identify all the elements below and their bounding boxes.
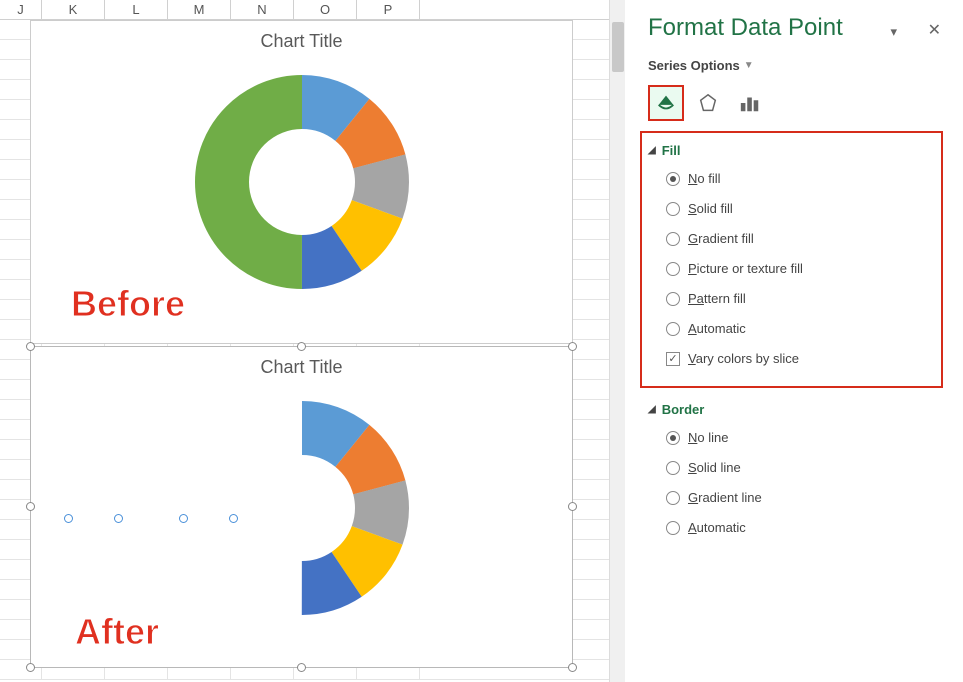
radio-icon xyxy=(666,202,680,216)
radio-icon xyxy=(666,322,680,336)
border-no-line[interactable]: No line xyxy=(648,423,943,453)
col-header[interactable]: J xyxy=(0,0,42,19)
pane-tabs xyxy=(648,85,943,121)
border-section-header[interactable]: ◢ Border xyxy=(648,398,943,423)
chart-after[interactable]: Chart Title After xyxy=(30,346,573,668)
radio-icon xyxy=(666,262,680,276)
pane-menu-icon[interactable]: ▾ xyxy=(890,24,897,40)
scroll-thumb[interactable] xyxy=(612,22,624,72)
col-header[interactable]: P xyxy=(357,0,420,19)
donut-after xyxy=(31,378,572,618)
fill-section-highlight: ◢ Fill No fill Solid fill Gradient fill xyxy=(640,131,943,388)
border-automatic[interactable]: Automatic xyxy=(648,513,943,543)
col-header[interactable]: N xyxy=(231,0,294,19)
effects-tab[interactable] xyxy=(690,85,726,121)
fill-vary-colors[interactable]: Vary colors by slice xyxy=(648,344,931,374)
pane-title: Format Data Point xyxy=(648,14,943,42)
radio-icon xyxy=(666,431,680,445)
chart-title: Chart Title xyxy=(31,31,572,52)
radio-icon xyxy=(666,172,680,186)
fill-automatic[interactable]: Automatic xyxy=(648,314,931,344)
radio-icon xyxy=(666,461,680,475)
label-before: Before xyxy=(71,283,185,325)
col-header[interactable]: M xyxy=(168,0,231,19)
fill-line-tab[interactable] xyxy=(648,85,684,121)
border-gradient-line[interactable]: Gradient line xyxy=(648,483,943,513)
series-options-tab[interactable] xyxy=(732,85,768,121)
fill-gradient[interactable]: Gradient fill xyxy=(648,224,931,254)
format-data-point-pane: ▾ ✕ Format Data Point Series Options ▼ ◢… xyxy=(626,0,963,682)
border-solid-line[interactable]: Solid line xyxy=(648,453,943,483)
radio-icon xyxy=(666,491,680,505)
radio-icon xyxy=(666,292,680,306)
checkbox-icon xyxy=(666,352,680,366)
series-options-dropdown[interactable]: Series Options ▼ xyxy=(648,58,943,73)
column-headers: J K L M N O P xyxy=(0,0,609,20)
workspace: J K L M N O P for(let i=0;i<33;i++)docum… xyxy=(0,0,963,682)
donut-before xyxy=(31,52,572,312)
fill-no-fill[interactable]: No fill xyxy=(648,164,931,194)
chart-before[interactable]: Chart Title Before xyxy=(30,20,573,344)
fill-picture[interactable]: Picture or texture fill xyxy=(648,254,931,284)
fill-pattern[interactable]: Pattern fill xyxy=(648,284,931,314)
radio-icon xyxy=(666,232,680,246)
col-header[interactable]: O xyxy=(294,0,357,19)
chart-title: Chart Title xyxy=(31,357,572,378)
fill-solid[interactable]: Solid fill xyxy=(648,194,931,224)
border-section: ◢ Border No line Solid line Gradient lin… xyxy=(648,398,943,543)
radio-icon xyxy=(666,521,680,535)
chevron-down-icon: ▼ xyxy=(744,60,754,71)
sheet-area: J K L M N O P for(let i=0;i<33;i++)docum… xyxy=(0,0,610,682)
vertical-scrollbar[interactable] xyxy=(609,0,625,682)
fill-section-header[interactable]: ◢ Fill xyxy=(648,139,931,164)
col-header[interactable]: L xyxy=(105,0,168,19)
col-header[interactable]: K xyxy=(42,0,105,19)
label-after: After xyxy=(75,611,159,653)
close-icon[interactable]: ✕ xyxy=(928,20,941,40)
